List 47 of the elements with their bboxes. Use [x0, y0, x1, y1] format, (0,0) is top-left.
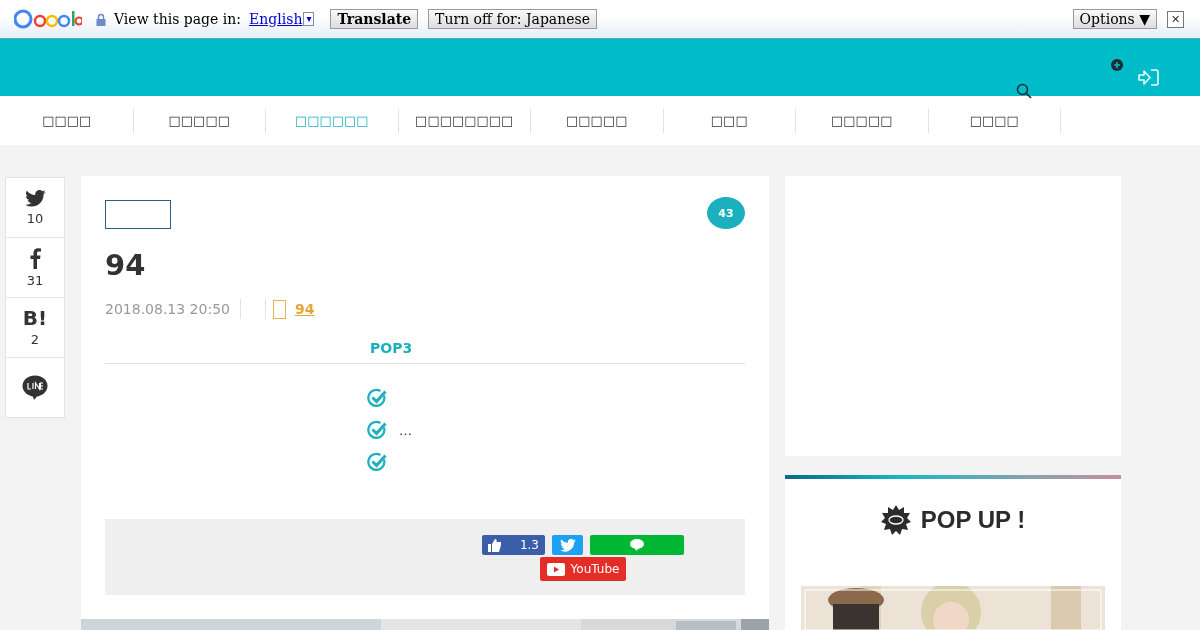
close-button[interactable]: ✕ — [1167, 10, 1184, 28]
checklist-text: … — [399, 422, 412, 438]
line-share-button[interactable] — [590, 535, 684, 555]
nav-item[interactable]: □□□□□ — [796, 108, 929, 133]
share-button[interactable]: 31 — [6, 238, 64, 298]
share-button[interactable]: 10 — [6, 178, 64, 238]
translate-prompt: View this page in: — [114, 11, 242, 27]
line-icon — [22, 374, 48, 401]
share-count: 31 — [26, 272, 44, 288]
play-icon — [546, 562, 565, 576]
lock-icon — [96, 12, 106, 26]
like-button[interactable]: 1.3 — [482, 535, 545, 555]
tweet-button[interactable] — [552, 535, 583, 555]
share-count: 10 — [26, 210, 44, 226]
speech-bubble-icon — [630, 539, 644, 551]
article-date: 2018.08.13 20:50 — [105, 301, 230, 317]
nav-item[interactable]: □□□□□ — [531, 108, 664, 133]
bird-icon — [24, 189, 46, 207]
share-count: 2 — [30, 332, 40, 347]
bird-icon — [559, 538, 576, 552]
category-tag[interactable] — [105, 200, 171, 229]
nav-item[interactable]: □□□□□□□□ — [398, 108, 531, 133]
check-circle-icon — [367, 388, 387, 408]
language-link[interactable]: English — [249, 11, 303, 27]
thumbs-up-icon — [488, 538, 502, 552]
nav-item[interactable]: □□□□ — [928, 108, 1061, 133]
search-icon[interactable] — [1016, 83, 1032, 99]
nav-item[interactable]: □□□□□ — [133, 108, 266, 133]
share-button[interactable]: B! 2 — [6, 298, 64, 358]
check-circle-icon — [367, 420, 387, 440]
turn-off-button[interactable]: Turn off for: Japanese — [428, 9, 597, 29]
check-circle-icon — [367, 452, 387, 472]
article-title: 94 — [105, 247, 147, 284]
facebook-icon — [29, 247, 41, 269]
youtube-button[interactable]: YouTube — [540, 557, 626, 581]
author-icon — [272, 299, 286, 319]
nav-item[interactable]: □□□ — [663, 108, 796, 133]
google-logo — [14, 8, 82, 30]
popup-heading: POP UP ! — [920, 506, 1026, 534]
starburst-icon — [880, 505, 911, 535]
options-button[interactable]: Options ▼ — [1072, 9, 1157, 29]
add-icon[interactable] — [1111, 59, 1123, 71]
language-dropdown[interactable]: ▾ — [303, 12, 315, 26]
nav-item[interactable]: □□□□ — [1, 108, 134, 133]
hatena-icon: B! — [22, 308, 48, 328]
translate-button[interactable]: Translate — [330, 9, 419, 29]
section-label: POP3 — [370, 340, 413, 356]
